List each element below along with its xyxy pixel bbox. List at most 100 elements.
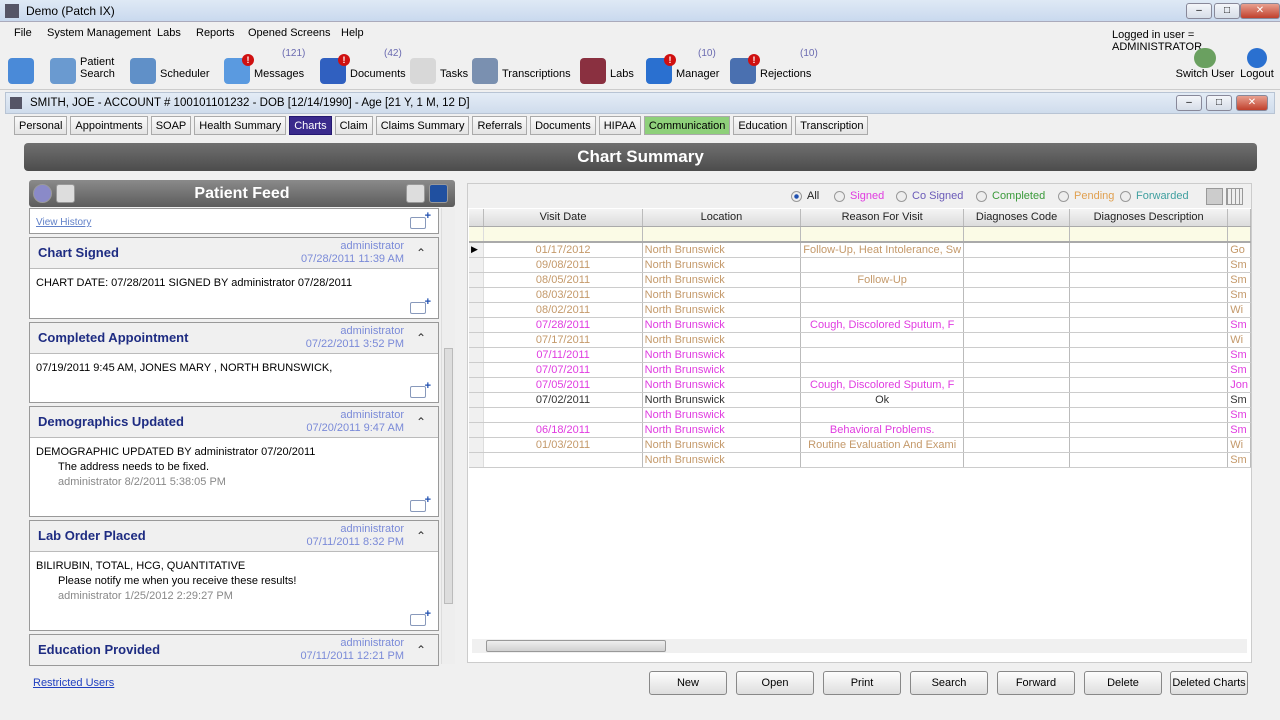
filter-all-radio[interactable]: All <box>791 190 819 202</box>
toolbar-scheduler-button[interactable]: Scheduler <box>130 50 210 84</box>
table-row[interactable]: 07/17/2011 North Brunswick Wi <box>469 332 1251 348</box>
column-header-location[interactable]: Location <box>642 209 802 227</box>
filter-cell[interactable] <box>1227 226 1251 243</box>
filter-cell[interactable] <box>800 226 965 243</box>
patient-minimize-button[interactable]: – <box>1176 95 1202 111</box>
feed-scroll-thumb[interactable] <box>444 348 453 604</box>
cell-diagnoses-code <box>963 452 1071 468</box>
print-button[interactable]: Print <box>823 671 901 695</box>
tab-soap[interactable]: SOAP <box>150 116 192 135</box>
filter-cell[interactable] <box>1069 226 1229 243</box>
maximize-button[interactable]: □ <box>1214 3 1240 19</box>
grid-scroll-thumb[interactable] <box>486 640 666 652</box>
filter-co-signed-radio[interactable]: Co Signed <box>896 190 963 202</box>
feed-scrollbar[interactable] <box>441 208 455 664</box>
menu-opened-screens[interactable]: Opened Screens <box>248 27 331 39</box>
table-row[interactable]: 07/07/2011 North Brunswick Sm <box>469 362 1251 378</box>
print-icon[interactable] <box>406 184 425 203</box>
table-row[interactable]: 08/05/2011 North Brunswick Follow-Up Sm <box>469 272 1251 288</box>
toolbar-tasks-button[interactable]: Tasks <box>410 50 468 84</box>
logout-button[interactable]: Logout <box>1238 48 1276 80</box>
patient-maximize-button[interactable]: □ <box>1206 95 1232 111</box>
close-button[interactable]: ✕ <box>1240 3 1280 19</box>
toolbar-labs-button[interactable]: Labs <box>580 50 634 84</box>
add-comment-icon[interactable] <box>410 210 431 229</box>
table-row[interactable]: 07/05/2011 North Brunswick Cough, Discolor… <box>469 377 1251 393</box>
column-header-reason-for-visit[interactable]: Reason For Visit <box>800 209 965 227</box>
table-row[interactable]: 07/02/2011 North Brunswick Ok Sm <box>469 392 1251 408</box>
preview-icon[interactable] <box>1206 188 1223 205</box>
menu-system-management[interactable]: System Management <box>47 27 151 39</box>
table-row[interactable]: ▶ 01/17/2012 North Brunswick Follow-Up, Hea… <box>469 242 1251 258</box>
cell-reason-for-visit: Cough, Discolored Sputum, F <box>800 317 965 333</box>
tab-claim[interactable]: Claim <box>334 116 373 135</box>
filter-completed-radio[interactable]: Completed <box>976 190 1045 202</box>
patient-close-button[interactable]: ✕ <box>1236 95 1268 111</box>
menu-help[interactable]: Help <box>341 27 364 39</box>
collapse-icon[interactable]: ⌃ <box>416 643 426 657</box>
table-row[interactable]: 07/11/2011 North Brunswick Sm <box>469 347 1251 363</box>
minimize-button[interactable]: – <box>1186 3 1212 19</box>
menu-labs[interactable]: Labs <box>157 27 181 39</box>
add-comment-icon[interactable] <box>410 379 431 398</box>
column-header-diagnoses-description[interactable]: Diagnoses Description <box>1069 209 1229 227</box>
menu-file[interactable]: File <box>14 27 32 39</box>
restricted-users-link[interactable]: Restricted Users <box>33 677 114 689</box>
feed-settings-icon[interactable] <box>56 184 75 203</box>
forward-button[interactable]: Forward <box>997 671 1075 695</box>
search-button[interactable]: Search <box>910 671 988 695</box>
toolbar-patient-search-button[interactable]: Patient Search <box>50 50 115 84</box>
view-history-link[interactable]: View History <box>36 217 91 228</box>
add-comment-icon[interactable] <box>410 295 431 314</box>
toolbar-label: Labs <box>610 68 634 80</box>
collapse-icon[interactable]: ⌃ <box>416 529 426 543</box>
tab-documents[interactable]: Documents <box>530 116 596 135</box>
table-row[interactable]: 06/18/2011 North Brunswick Behavioral Prob… <box>469 422 1251 438</box>
tab-appointments[interactable]: Appointments <box>70 116 148 135</box>
toolbar-home-button[interactable] <box>8 50 38 84</box>
table-row[interactable]: 09/08/2011 North Brunswick Sm <box>469 257 1251 273</box>
column-header-diagnoses-code[interactable]: Diagnoses Code <box>963 209 1071 227</box>
cell-extra: Sm <box>1227 407 1251 423</box>
delete-button[interactable]: Delete <box>1084 671 1162 695</box>
add-comment-icon[interactable] <box>410 493 431 512</box>
tab-claims-summary[interactable]: Claims Summary <box>375 116 470 135</box>
tab-personal[interactable]: Personal <box>14 116 68 135</box>
grid-view-icon[interactable] <box>1226 188 1243 205</box>
tab-hipaa[interactable]: HIPAA <box>598 116 641 135</box>
new-button[interactable]: New <box>649 671 727 695</box>
table-row[interactable]: North Brunswick Sm <box>469 452 1251 468</box>
switch-user-button[interactable]: Switch User <box>1175 48 1235 80</box>
tab-health-summary[interactable]: Health Summary <box>194 116 287 135</box>
collapse-icon[interactable]: ⌃ <box>416 246 426 260</box>
table-row[interactable]: 08/02/2011 North Brunswick Wi <box>469 302 1251 318</box>
column-header-extra[interactable] <box>1227 209 1251 227</box>
column-header-visit-date[interactable]: Visit Date <box>483 209 643 227</box>
filter-cell[interactable] <box>963 226 1071 243</box>
filter-cell[interactable] <box>483 226 643 243</box>
table-row[interactable]: 08/03/2011 North Brunswick Sm <box>469 287 1251 303</box>
filter-forwarded-radio[interactable]: Forwarded <box>1120 190 1189 202</box>
help-icon[interactable] <box>33 184 52 203</box>
toolbar-transcriptions-button[interactable]: Transcriptions <box>472 50 571 84</box>
add-comment-icon[interactable] <box>410 607 431 626</box>
collapse-icon[interactable]: ⌃ <box>416 331 426 345</box>
table-row[interactable]: 01/03/2011 North Brunswick Routine Evaluat… <box>469 437 1251 453</box>
tab-charts[interactable]: Charts <box>289 116 332 135</box>
tab-transcription[interactable]: Transcription <box>795 116 869 135</box>
filter-pending-radio[interactable]: Pending <box>1058 190 1114 202</box>
filter-cell[interactable] <box>642 226 802 243</box>
tab-education[interactable]: Education <box>733 116 793 135</box>
deleted-charts-button[interactable]: Deleted Charts <box>1170 671 1248 695</box>
tab-referrals[interactable]: Referrals <box>472 116 528 135</box>
row-indicator <box>469 362 485 378</box>
tab-communication[interactable]: Communication <box>643 116 731 135</box>
table-row[interactable]: North Brunswick Sm <box>469 407 1251 423</box>
menu-reports[interactable]: Reports <box>196 27 235 39</box>
refresh-icon[interactable] <box>429 184 448 203</box>
open-button[interactable]: Open <box>736 671 814 695</box>
filter-signed-radio[interactable]: Signed <box>834 190 884 202</box>
table-row[interactable]: 07/28/2011 North Brunswick Cough, Discolor… <box>469 317 1251 333</box>
grid-horizontal-scrollbar[interactable] <box>472 639 1247 653</box>
collapse-icon[interactable]: ⌃ <box>416 415 426 429</box>
